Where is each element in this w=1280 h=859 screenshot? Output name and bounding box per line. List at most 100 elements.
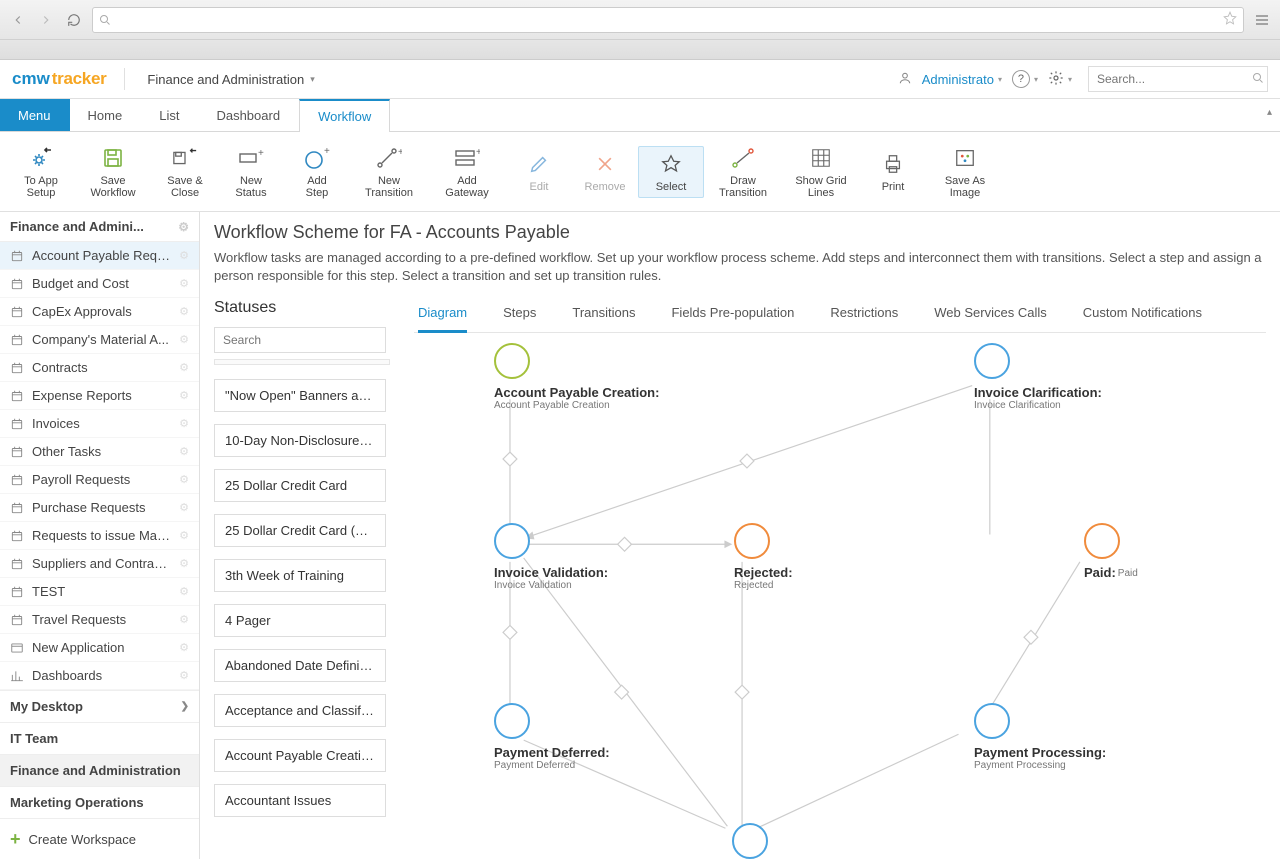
statuses-search[interactable] xyxy=(214,327,386,353)
star-icon[interactable] xyxy=(1223,11,1237,28)
create-workspace[interactable]: + Create Workspace xyxy=(0,818,199,859)
workspace-dropdown[interactable]: Finance and Administration ▾ xyxy=(147,72,314,87)
gear-icon[interactable]: ⚙ xyxy=(179,445,189,458)
subtab-steps[interactable]: Steps xyxy=(503,299,536,332)
browser-menu-icon[interactable] xyxy=(1252,12,1272,28)
sidebar-item[interactable]: CapEx Approvals⚙ xyxy=(0,298,199,326)
node-paid[interactable]: Paid:Paid xyxy=(1084,523,1138,580)
node-payment-processing[interactable]: Payment Processing: Payment Processing xyxy=(974,703,1106,771)
sidebar-item[interactable]: New Application⚙ xyxy=(0,634,199,662)
sidebar-item[interactable]: TEST⚙ xyxy=(0,578,199,606)
ribbon-save-workflow[interactable]: Save Workflow xyxy=(74,141,152,203)
status-pill[interactable]: Abandoned Date Definition xyxy=(214,649,386,682)
sidebar-section-it-team[interactable]: IT Team xyxy=(0,722,199,754)
sidebar-section-fin-admin[interactable]: Finance and Administration xyxy=(0,754,199,786)
help-icon[interactable]: ? xyxy=(1012,70,1030,88)
gear-icon[interactable]: ⚙ xyxy=(179,641,189,654)
ribbon-select[interactable]: Select xyxy=(638,146,704,198)
gear-icon[interactable]: ⚙ xyxy=(178,220,189,234)
browser-back[interactable] xyxy=(8,10,28,30)
sidebar-section-marketing[interactable]: Marketing Operations xyxy=(0,786,199,818)
sidebar-item[interactable]: Purchase Requests⚙ xyxy=(0,494,199,522)
subtab-transitions[interactable]: Transitions xyxy=(572,299,635,332)
ribbon-new-transition[interactable]: + New Transition xyxy=(350,141,428,203)
gear-icon[interactable]: ⚙ xyxy=(179,557,189,570)
ribbon-save-image[interactable]: Save As Image xyxy=(926,141,1004,203)
tab-list[interactable]: List xyxy=(141,99,198,131)
ribbon-print[interactable]: Print xyxy=(860,147,926,197)
tab-dashboard[interactable]: Dashboard xyxy=(198,99,299,131)
ribbon-show-grid[interactable]: Show Grid Lines xyxy=(782,141,860,203)
ribbon-remove[interactable]: Remove xyxy=(572,147,638,197)
sidebar-item[interactable]: Expense Reports⚙ xyxy=(0,382,199,410)
gear-icon[interactable]: ⚙ xyxy=(179,305,189,318)
status-pill[interactable]: 25 Dollar Credit Card xyxy=(214,469,386,502)
gear-icon[interactable]: ⚙ xyxy=(179,613,189,626)
browser-url-bar[interactable] xyxy=(92,7,1244,33)
global-search[interactable] xyxy=(1088,66,1268,92)
ribbon-to-app-setup[interactable]: To App Setup xyxy=(8,141,74,203)
sidebar-item[interactable]: Budget and Cost⚙ xyxy=(0,270,199,298)
status-pill[interactable]: Account Payable Creation xyxy=(214,739,386,772)
chevron-down-icon[interactable]: ▾ xyxy=(1068,75,1072,84)
status-pill[interactable]: 3th Week of Training xyxy=(214,559,386,592)
statuses-search-input[interactable] xyxy=(223,333,378,347)
status-pill[interactable]: Accountant Issues xyxy=(214,784,386,817)
ribbon-save-close[interactable]: Save & Close xyxy=(152,141,218,203)
gear-icon[interactable]: ⚙ xyxy=(179,361,189,374)
tab-menu[interactable]: Menu xyxy=(0,99,70,131)
gear-icon[interactable]: ⚙ xyxy=(179,529,189,542)
node-rejected[interactable]: Rejected: Rejected xyxy=(734,523,793,591)
gear-icon[interactable]: ⚙ xyxy=(179,389,189,402)
sidebar-item[interactable]: Suppliers and Contrac...⚙ xyxy=(0,550,199,578)
tab-workflow[interactable]: Workflow xyxy=(299,99,390,132)
sidebar-item[interactable]: Contracts⚙ xyxy=(0,354,199,382)
node-payment-deferred[interactable]: Payment Deferred: Payment Deferred xyxy=(494,703,610,771)
node-bottom[interactable] xyxy=(732,823,768,859)
subtab-fields[interactable]: Fields Pre-population xyxy=(671,299,794,332)
ribbon-add-gateway[interactable]: + Add Gateway xyxy=(428,141,506,203)
status-pill[interactable]: 25 Dollar Credit Card (Moc... xyxy=(214,514,386,547)
gear-icon[interactable]: ⚙ xyxy=(179,277,189,290)
sidebar-item[interactable]: Travel Requests⚙ xyxy=(0,606,199,634)
sidebar-item[interactable]: Other Tasks⚙ xyxy=(0,438,199,466)
ribbon-new-status[interactable]: + New Status xyxy=(218,141,284,203)
sidebar-item[interactable]: Account Payable Requ...⚙ xyxy=(0,242,199,270)
gear-icon[interactable]: ⚙ xyxy=(179,473,189,486)
status-pill[interactable]: 10-Day Non-Disclosure Init... xyxy=(214,424,386,457)
node-invoice-validation[interactable]: Invoice Validation: Invoice Validation xyxy=(494,523,608,591)
sidebar-section-my-desktop[interactable]: My Desktop ❯ xyxy=(0,690,199,722)
workflow-canvas[interactable]: Account Payable Creation: Account Payabl… xyxy=(414,333,1266,859)
subtab-diagram[interactable]: Diagram xyxy=(418,299,467,333)
chevron-down-icon[interactable]: ▾ xyxy=(998,75,1002,84)
chevron-down-icon[interactable]: ▾ xyxy=(1034,75,1038,84)
gear-icon[interactable]: ⚙ xyxy=(179,501,189,514)
subtab-notifications[interactable]: Custom Notifications xyxy=(1083,299,1202,332)
node-account-payable-creation[interactable]: Account Payable Creation: Account Payabl… xyxy=(494,343,659,411)
browser-reload[interactable] xyxy=(64,10,84,30)
gear-icon[interactable]: ⚙ xyxy=(179,333,189,346)
ribbon-add-step[interactable]: + Add Step xyxy=(284,141,350,203)
status-pill[interactable]: 4 Pager xyxy=(214,604,386,637)
sidebar-item[interactable]: Requests to issue Mat...⚙ xyxy=(0,522,199,550)
gear-icon[interactable] xyxy=(1048,70,1064,89)
subtab-restrictions[interactable]: Restrictions xyxy=(830,299,898,332)
sidebar-item[interactable]: Invoices⚙ xyxy=(0,410,199,438)
gear-icon[interactable]: ⚙ xyxy=(179,417,189,430)
status-pill[interactable]: Acceptance and Classificati... xyxy=(214,694,386,727)
node-invoice-clarification[interactable]: Invoice Clarification: Invoice Clarifica… xyxy=(974,343,1102,411)
sidebar-item[interactable]: Payroll Requests⚙ xyxy=(0,466,199,494)
gear-icon[interactable]: ⚙ xyxy=(179,669,189,682)
global-search-input[interactable] xyxy=(1097,72,1252,86)
gear-icon[interactable]: ⚙ xyxy=(179,585,189,598)
collapse-icon[interactable]: ▴ xyxy=(1267,107,1272,118)
subtab-webservices[interactable]: Web Services Calls xyxy=(934,299,1046,332)
sidebar-item[interactable]: Dashboards⚙ xyxy=(0,662,199,690)
user-name[interactable]: Administrato xyxy=(922,72,994,87)
sidebar-item[interactable]: Company's Material A...⚙ xyxy=(0,326,199,354)
status-pill[interactable]: "Now Open" Banners and/... xyxy=(214,379,386,412)
ribbon-draw-transition[interactable]: Draw Transition xyxy=(704,141,782,203)
gear-icon[interactable]: ⚙ xyxy=(179,249,189,262)
browser-forward[interactable] xyxy=(36,10,56,30)
ribbon-edit[interactable]: Edit xyxy=(506,147,572,197)
